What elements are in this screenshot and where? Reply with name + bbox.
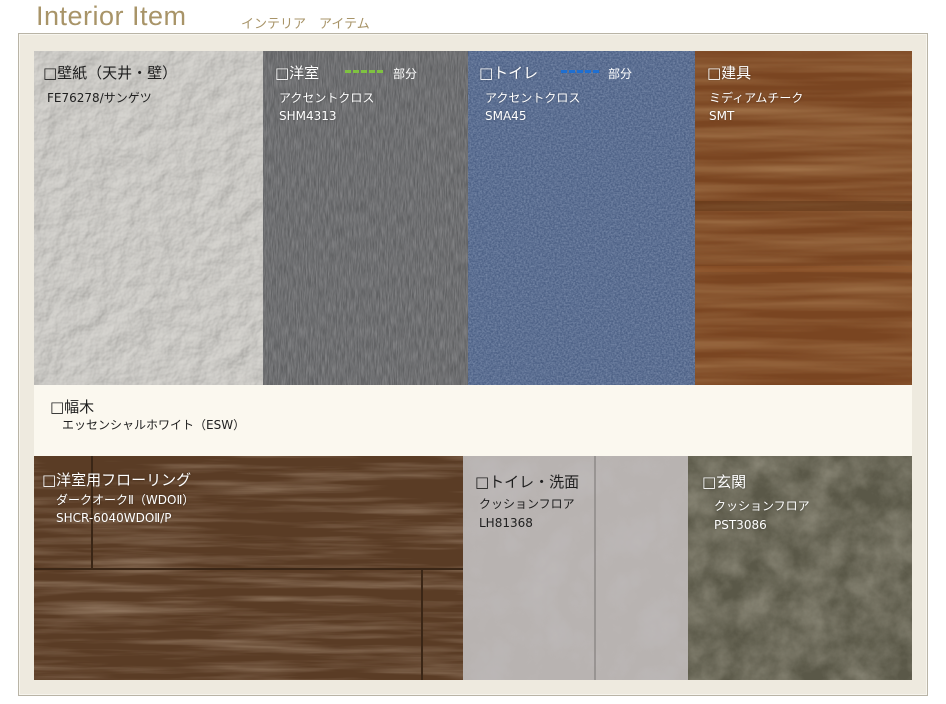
flooring-code: SHCR-6040WDOⅡ/P <box>56 511 172 525</box>
western-room-legend-label: 部分 <box>393 67 418 81</box>
entrance-code: PST3086 <box>714 518 767 532</box>
page-subtitle: インテリア アイテム <box>241 17 370 32</box>
flooring-name: ダークオークⅡ（WDOⅡ） <box>56 493 195 507</box>
fittings-code: SMT <box>709 109 735 123</box>
baseboard-name: エッセンシャルホワイト（ESW） <box>62 418 246 432</box>
wallpaper-heading: □壁紙（天井・壁） <box>43 64 178 82</box>
entrance-heading: □玄関 <box>702 473 747 491</box>
entrance-swatch: □玄関 クッションフロア PST3086 <box>688 456 912 680</box>
western-room-name: アクセントクロス <box>279 91 375 105</box>
toilet-wash-name: クッションフロア <box>479 497 575 511</box>
fittings-heading: □建具 <box>707 64 752 82</box>
flooring-swatch: □洋室用フローリング ダークオークⅡ（WDOⅡ） SHCR-6040WDOⅡ/P <box>34 456 463 680</box>
toilet-code: SMA45 <box>485 109 527 123</box>
toilet-wash-swatch: □トイレ・洗面 クッションフロア LH81368 <box>463 456 688 680</box>
fittings-name: ミディアムチーク <box>709 91 804 105</box>
fittings-swatch: □建具 ミディアムチーク SMT <box>695 51 912 385</box>
western-room-legend-line <box>345 70 383 73</box>
toilet-swatch: □トイレ 部分 アクセントクロス SMA45 <box>468 51 695 385</box>
wallpaper-swatch: □壁紙（天井・壁） FE76278/サンゲツ <box>34 51 263 385</box>
western-room-heading: □洋室 <box>275 64 320 82</box>
western-room-code: SHM4313 <box>279 109 337 123</box>
toilet-wash-code: LH81368 <box>479 516 533 530</box>
western-room-swatch: □洋室 部分 アクセントクロス SHM4313 <box>263 51 468 385</box>
baseboard-heading: □幅木 <box>50 398 95 416</box>
entrance-name: クッションフロア <box>714 499 810 513</box>
wallpaper-code: FE76278/サンゲツ <box>47 91 152 105</box>
toilet-legend-line <box>561 70 599 73</box>
toilet-wash-heading: □トイレ・洗面 <box>475 473 580 491</box>
toilet-name: アクセントクロス <box>485 91 581 105</box>
page-title: Interior Item <box>36 1 187 31</box>
baseboard-swatch: □幅木 エッセンシャルホワイト（ESW） <box>34 385 912 456</box>
flooring-heading: □洋室用フローリング <box>42 471 192 489</box>
toilet-heading: □トイレ <box>479 64 539 82</box>
toilet-legend-label: 部分 <box>608 67 633 81</box>
